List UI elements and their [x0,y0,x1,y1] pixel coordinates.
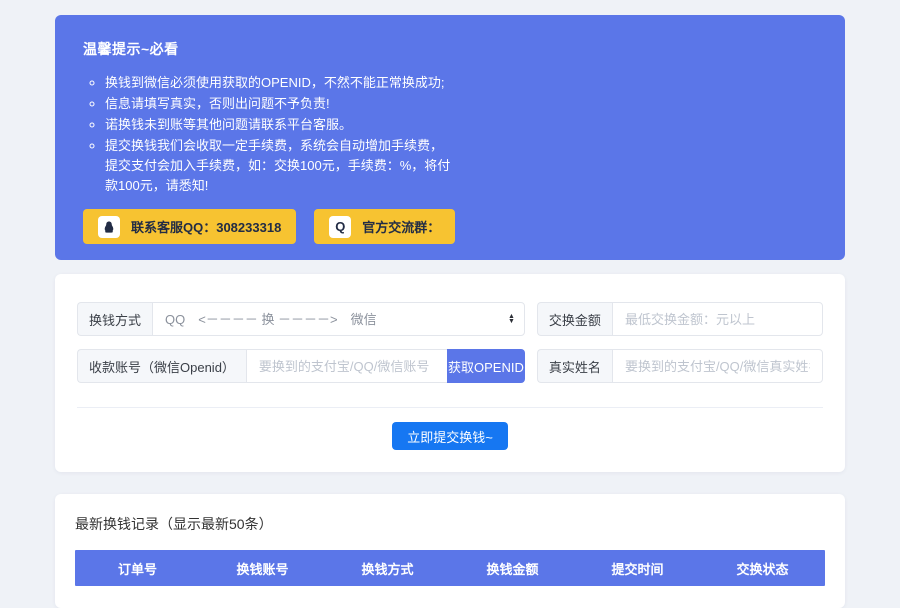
notice-item: 信息请填写真实，否则出问题不予负责! [105,94,455,114]
notice-buttons: 联系客服QQ：308233318 Q 官方交流群： [83,209,817,244]
method-select[interactable]: QQ <－－－－ 换 －－－－> 微信 [152,302,525,336]
form-divider [77,407,823,408]
official-group-button[interactable]: Q 官方交流群： [314,209,455,244]
notice-item: 换钱到微信必须使用获取的OPENID，不然不能正常换成功; [105,73,455,93]
column-submit-time: 提交时间 [575,559,700,578]
amount-field-group: 交换金额 [537,302,823,336]
notice-banner: 温馨提示~必看 换钱到微信必须使用获取的OPENID，不然不能正常换成功; 信息… [55,15,845,260]
column-amount: 换钱金额 [450,559,575,578]
column-order-id: 订单号 [75,559,200,578]
notice-item: 诺换钱未到账等其他问题请联系平台客服。 [105,115,455,135]
column-account: 换钱账号 [200,559,325,578]
account-input[interactable] [246,349,447,383]
get-openid-button[interactable]: 获取OPENID [447,349,525,383]
realname-field-group: 真实姓名 [537,349,823,383]
contact-support-label: 联系客服QQ：308233318 [131,217,281,236]
column-method: 换钱方式 [325,559,450,578]
q-letter-icon: Q [329,216,351,238]
account-label: 收款账号（微信Openid） [77,349,246,383]
account-field-group: 收款账号（微信Openid） 获取OPENID [77,349,525,383]
page: 温馨提示~必看 换钱到微信必须使用获取的OPENID，不然不能正常换成功; 信息… [0,0,900,608]
official-group-label: 官方交流群： [362,217,440,236]
exchange-form-card: 换钱方式 QQ <－－－－ 换 －－－－> 微信 ▲▼ 交换金额 收款账号（微信… [55,274,845,472]
submit-row: 立即提交换钱~ [77,422,823,450]
amount-label: 交换金额 [537,302,612,336]
realname-input[interactable] [612,349,823,383]
contact-support-qq-button[interactable]: 联系客服QQ：308233318 [83,209,296,244]
column-status: 交换状态 [700,559,825,578]
records-title: 最新换钱记录（显示最新50条） [75,514,825,534]
method-select-wrap: QQ <－－－－ 换 －－－－> 微信 ▲▼ [152,302,525,336]
realname-label: 真实姓名 [537,349,612,383]
records-table-header: 订单号 换钱账号 换钱方式 换钱金额 提交时间 交换状态 [75,550,825,586]
qq-penguin-icon [98,216,120,238]
notice-item: 提交换钱我们会收取一定手续费，系统会自动增加手续费，提交支付会加入手续费，如：交… [105,136,455,196]
exchange-form: 换钱方式 QQ <－－－－ 换 －－－－> 微信 ▲▼ 交换金额 收款账号（微信… [77,302,823,383]
records-card: 最新换钱记录（显示最新50条） 订单号 换钱账号 换钱方式 换钱金额 提交时间 … [55,494,845,608]
amount-input[interactable] [612,302,823,336]
method-field-group: 换钱方式 QQ <－－－－ 换 －－－－> 微信 ▲▼ [77,302,525,336]
notice-title: 温馨提示~必看 [83,39,817,59]
notice-list: 换钱到微信必须使用获取的OPENID，不然不能正常换成功; 信息请填写真实，否则… [83,73,455,196]
method-label: 换钱方式 [77,302,152,336]
submit-exchange-button[interactable]: 立即提交换钱~ [392,422,508,450]
